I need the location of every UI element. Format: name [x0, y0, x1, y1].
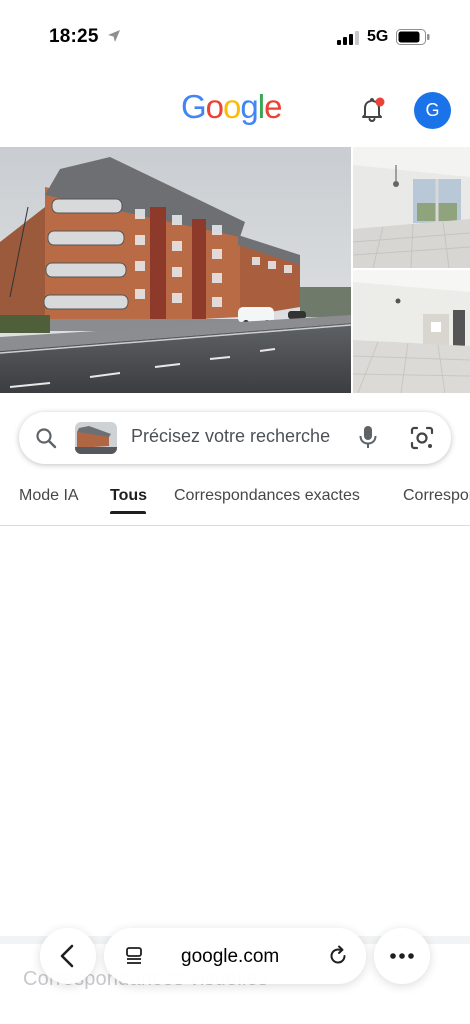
tab-mode-ia[interactable]: Mode IA	[19, 487, 79, 505]
tab-tous[interactable]: Tous	[110, 487, 147, 505]
browser-toolbar: google.com	[0, 924, 470, 994]
google-logo[interactable]: Google	[181, 88, 282, 126]
search-tabs: Mode IA Tous Correspondances exactes Cor…	[0, 483, 470, 526]
status-bar: 18:25 5G	[0, 0, 470, 76]
empty-room-tiled-floor-photo[interactable]	[353, 270, 470, 393]
reader-icon[interactable]	[124, 946, 144, 971]
back-chevron-icon	[60, 944, 74, 968]
query-image-thumbnail[interactable]	[75, 422, 117, 454]
notifications-bell-icon[interactable]	[357, 94, 387, 124]
status-time: 18:25	[49, 26, 99, 47]
more-button[interactable]	[374, 928, 430, 984]
signal-icon	[337, 31, 361, 50]
tab-correspondances[interactable]: Correspondances	[403, 487, 470, 505]
network-label: 5G	[367, 28, 389, 45]
tab-correspondances-exactes[interactable]: Correspondances exactes	[174, 487, 360, 505]
apartment-building-photo[interactable]	[0, 147, 351, 393]
logo-letter-g1: G	[181, 88, 207, 125]
more-icon	[390, 953, 414, 959]
search-icon[interactable]	[34, 426, 58, 455]
active-tab-indicator	[110, 511, 146, 514]
mic-icon[interactable]	[357, 424, 379, 455]
logo-letter-o1: o	[205, 88, 224, 125]
search-bar[interactable]	[19, 412, 451, 464]
back-button[interactable]	[40, 928, 96, 984]
address-bar[interactable]: google.com	[104, 928, 366, 984]
logo-letter-g2: g	[240, 88, 258, 125]
logo-letter-e: e	[264, 88, 282, 125]
query-image-mosaic	[0, 147, 470, 393]
logo-letter-o2: o	[223, 88, 241, 125]
battery-icon	[396, 29, 430, 50]
url-text: google.com	[181, 946, 280, 967]
location-arrow-icon	[107, 29, 121, 48]
google-header: Google G	[0, 76, 470, 146]
search-input[interactable]	[131, 426, 341, 447]
account-avatar[interactable]: G	[414, 92, 451, 129]
living-room-window-photo[interactable]	[353, 147, 470, 268]
lens-icon[interactable]	[409, 425, 435, 456]
reload-icon[interactable]	[327, 945, 349, 972]
